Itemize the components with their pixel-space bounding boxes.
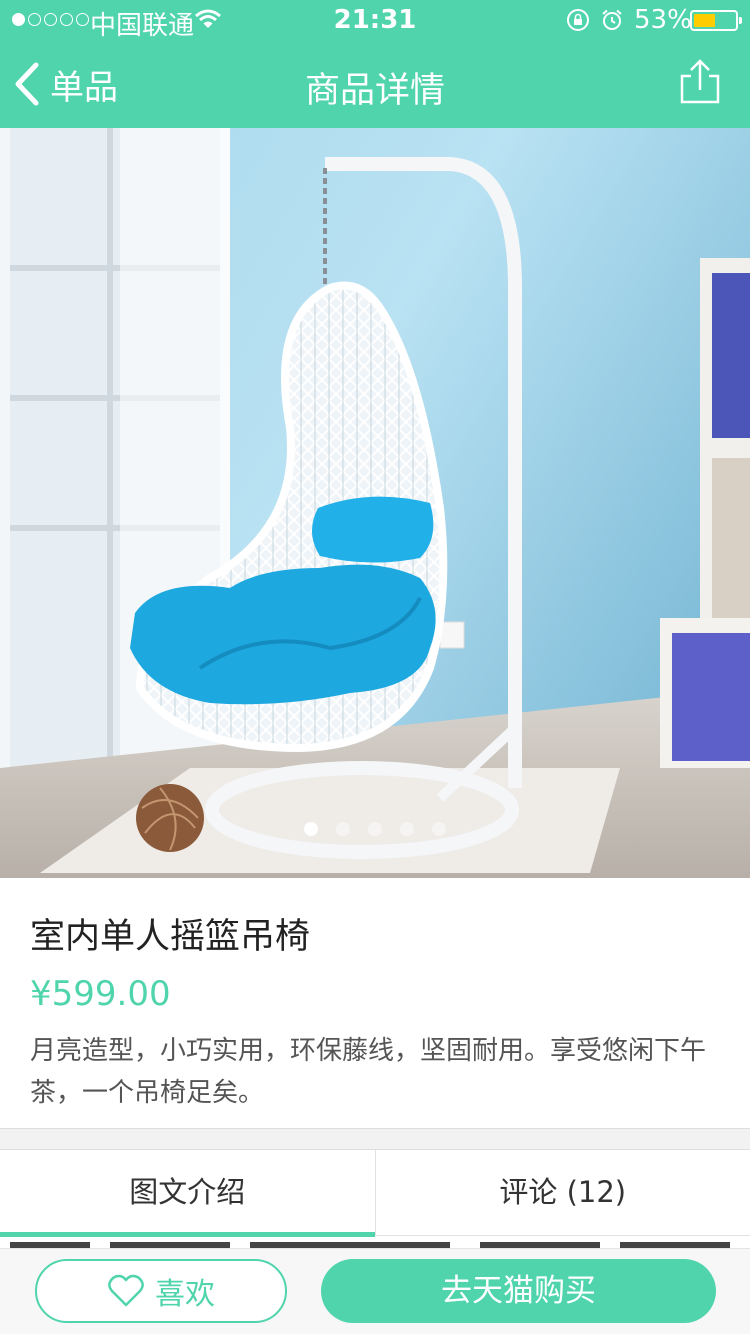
carousel-dot bbox=[368, 822, 382, 836]
status-bar: 中国联通 21:31 53% bbox=[0, 0, 750, 41]
battery-percentage: 53% bbox=[634, 5, 692, 35]
alarm-icon bbox=[602, 9, 622, 30]
bottom-action-bar: 喜欢 去天猫购买 bbox=[0, 1248, 750, 1334]
carousel-page-indicator bbox=[0, 822, 750, 836]
detail-tabs: 图文介绍 评论 (12) bbox=[0, 1150, 750, 1237]
product-price: ¥599.00 bbox=[30, 974, 171, 1014]
tab-introduction[interactable]: 图文介绍 bbox=[0, 1150, 375, 1237]
navigation-bar: 单品 商品详情 bbox=[0, 40, 750, 128]
battery-icon bbox=[690, 10, 742, 31]
like-button[interactable]: 喜欢 bbox=[35, 1259, 287, 1323]
page-title: 商品详情 bbox=[304, 71, 445, 111]
buy-on-tmall-button[interactable]: 去天猫购买 bbox=[321, 1259, 716, 1323]
carousel-dot bbox=[336, 822, 350, 836]
carousel-dot bbox=[432, 822, 446, 836]
heart-icon bbox=[108, 1274, 144, 1307]
product-image-carousel[interactable] bbox=[0, 128, 750, 878]
carousel-dot bbox=[304, 822, 318, 836]
like-label: 喜欢 bbox=[155, 1277, 215, 1312]
product-description: 月亮造型，小巧实用，环保藤线，坚固耐用。享受悠闲下午茶，一个吊椅足矣。 bbox=[30, 1036, 707, 1108]
carousel-dot bbox=[400, 822, 414, 836]
product-name: 室内单人摇篮吊椅 bbox=[30, 917, 311, 957]
share-icon[interactable] bbox=[678, 58, 722, 106]
product-photo bbox=[0, 128, 750, 878]
product-info: 室内单人摇篮吊椅 ¥599.00 月亮造型，小巧实用，环保藤线，坚固耐用。享受悠… bbox=[0, 878, 750, 1128]
header: 中国联通 21:31 53% 单品 商品详情 bbox=[0, 0, 750, 128]
tab-comments[interactable]: 评论 (12) bbox=[374, 1150, 750, 1235]
section-divider bbox=[0, 1128, 750, 1150]
rotation-lock-icon bbox=[567, 9, 589, 31]
